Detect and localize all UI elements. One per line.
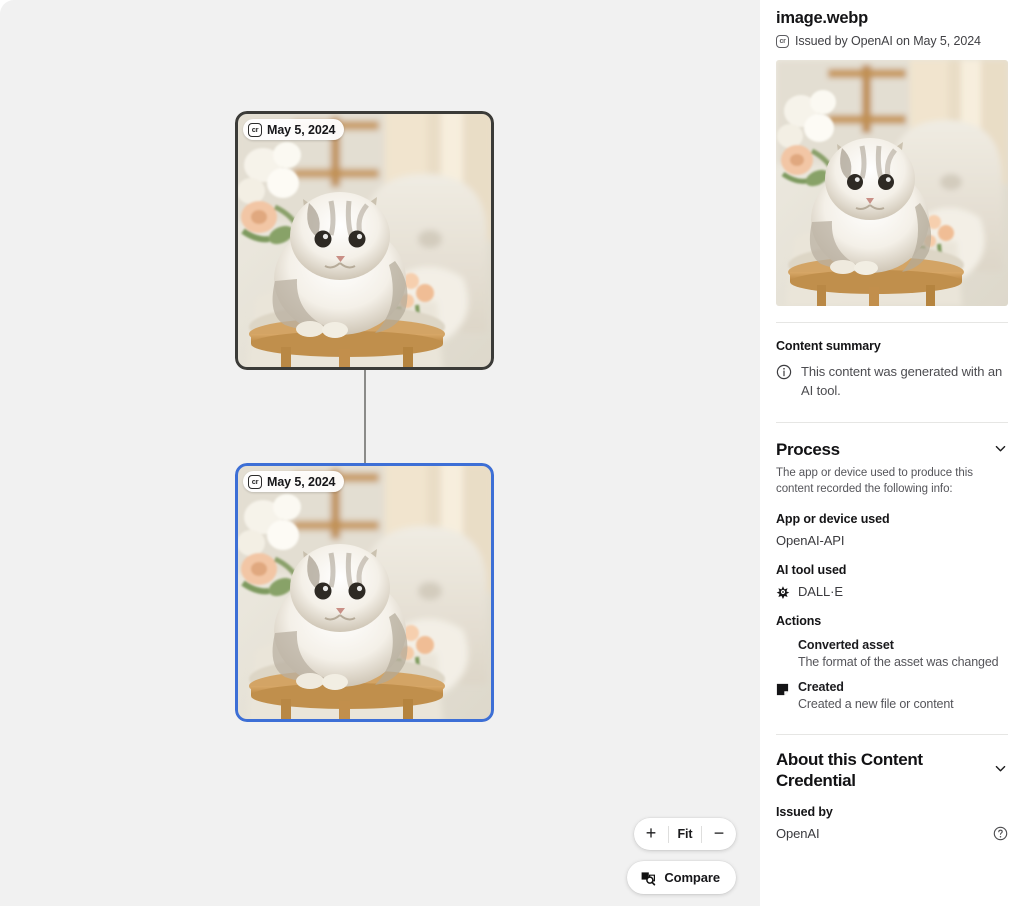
divider [776,422,1008,423]
content-summary-text: This content was generated with an AI to… [801,362,1004,400]
issued-by-label: Issued by [776,805,1008,819]
created-page-icon [776,680,790,712]
compare-label: Compare [664,870,720,885]
node-credential-badge[interactable]: cr May 5, 2024 [243,119,344,140]
divider [776,322,1008,323]
action-description: Created a new file or content [798,696,953,712]
issuer-line: cr Issued by OpenAI on May 5, 2024 [776,34,1008,48]
hero-thumbnail [776,60,1008,306]
node-connector-line [364,370,366,470]
compare-search-icon [640,870,656,886]
issued-by-row: OpenAI [776,826,1008,841]
dalle-icon [776,585,790,599]
ai-tool-label: AI tool used [776,563,1008,577]
compare-button[interactable]: Compare [627,861,736,894]
credential-hero-image[interactable] [776,60,1008,306]
content-summary-section: Content summary This content was generat… [776,339,1008,400]
ai-tool-row: DALL·E [776,584,1008,599]
graph-node-selected[interactable]: cr May 5, 2024 [235,463,494,722]
about-header[interactable]: About this Content Credential [776,749,1008,791]
node-badge-date: May 5, 2024 [267,475,335,489]
app-or-device-label: App or device used [776,512,1008,526]
credential-details-panel: image.webp cr Issued by OpenAI on May 5,… [760,0,1024,906]
node-thumbnail-image [235,463,494,722]
divider [776,734,1008,735]
node-badge-date: May 5, 2024 [267,123,335,137]
ai-tool-value: DALL·E [798,584,843,599]
zoom-out-button[interactable]: − [702,818,736,850]
process-heading: Process [776,439,840,460]
action-name: Converted asset [798,638,998,652]
chevron-down-icon[interactable] [993,441,1008,456]
action-row: Created Created a new file or content [776,680,1008,712]
cr-icon: cr [776,35,789,48]
about-credential-section: About this Content Credential Issued by … [776,749,1008,841]
file-name-title: image.webp [776,0,1008,28]
graph-canvas[interactable]: cr May 5, 2024 [0,0,760,906]
zoom-in-button[interactable]: + [634,818,668,850]
zoom-fit-button[interactable]: Fit [669,818,701,850]
node-thumbnail-image [235,111,494,370]
action-row: Converted asset The format of the asset … [776,638,1008,670]
cr-icon: cr [248,123,262,137]
chevron-down-icon[interactable] [993,761,1008,776]
process-description: The app or device used to produce this c… [776,465,1008,497]
about-heading: About this Content Credential [776,749,954,791]
help-circle-icon[interactable] [993,826,1008,841]
content-summary-row: This content was generated with an AI to… [776,362,1008,400]
zoom-controls[interactable]: + Fit − [634,818,736,850]
cr-icon: cr [248,475,262,489]
content-credentials-app: cr May 5, 2024 [0,0,1024,906]
issued-by-value: OpenAI [776,826,820,841]
process-section: Process The app or device used to produc… [776,439,1008,712]
action-description: The format of the asset was changed [798,654,998,670]
graph-node-parent[interactable]: cr May 5, 2024 [235,111,494,370]
node-credential-badge[interactable]: cr May 5, 2024 [243,471,344,492]
app-or-device-value: OpenAI-API [776,533,1008,548]
content-summary-heading: Content summary [776,339,1008,353]
process-header[interactable]: Process [776,439,1008,460]
info-circle-icon [776,362,792,400]
actions-label: Actions [776,614,1008,628]
action-name: Created [798,680,953,694]
action-icon-placeholder [776,638,790,670]
issuer-text: Issued by OpenAI on May 5, 2024 [795,34,981,48]
